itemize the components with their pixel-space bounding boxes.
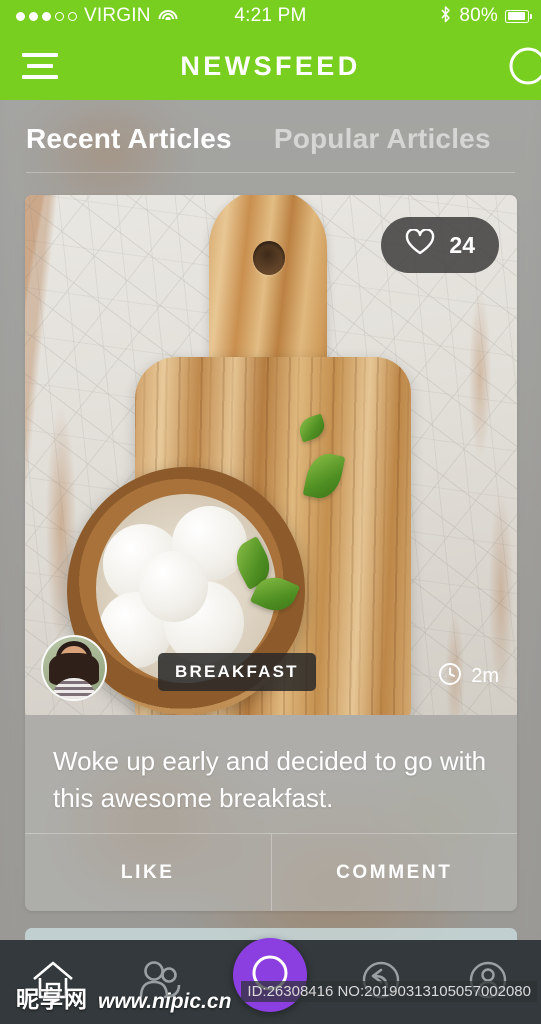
tab-divider <box>26 172 515 173</box>
time-ago-label: 2m <box>471 665 499 687</box>
nav-profile[interactable] <box>455 949 521 1015</box>
page-title: NEWSFEED <box>180 50 361 81</box>
category-tag[interactable]: BREAKFAST <box>158 653 316 691</box>
avatar[interactable] <box>41 635 107 701</box>
app-bar: NEWSFEED <box>0 32 541 100</box>
heart-icon <box>405 228 435 261</box>
tab-recent-articles[interactable]: Recent Articles <box>26 123 232 155</box>
article-body: Woke up early and decided to go with thi… <box>25 715 517 911</box>
nav-share[interactable] <box>348 949 414 1015</box>
article-card[interactable]: 24 BREAKFAST 2m Woke up early and decide… <box>25 195 517 911</box>
reply-arrow-icon <box>357 956 405 1009</box>
app-root: VIRGIN 4:21 PM 80% NEWSFEED Recent Artic… <box>0 0 541 1024</box>
nav-compose[interactable] <box>233 938 308 1012</box>
person-circle-icon <box>464 956 512 1009</box>
nav-friends[interactable] <box>127 949 193 1015</box>
comment-button[interactable]: COMMENT <box>270 834 518 911</box>
like-count-badge[interactable]: 24 <box>381 217 499 273</box>
circle-camera-icon <box>247 950 293 1001</box>
battery-percent-label: 80% <box>459 5 498 26</box>
article-photo: 24 BREAKFAST 2m <box>25 195 517 715</box>
status-bar: VIRGIN 4:21 PM 80% <box>0 0 541 32</box>
nav-home[interactable] <box>20 949 86 1015</box>
timestamp: 2m <box>438 662 499 691</box>
bluetooth-icon <box>439 5 452 27</box>
refresh-circle-icon[interactable] <box>506 44 541 88</box>
bottom-navigation-bar <box>0 938 541 1024</box>
clock-icon <box>438 662 462 691</box>
like-count-label: 24 <box>449 231 475 258</box>
tab-popular-articles[interactable]: Popular Articles <box>274 123 491 155</box>
people-icon <box>137 959 183 1006</box>
battery-icon <box>505 9 533 23</box>
tab-bar: Recent Articles Popular Articles <box>0 100 541 178</box>
hamburger-menu-icon[interactable] <box>22 53 58 79</box>
like-button[interactable]: LIKE <box>25 834 271 911</box>
home-icon <box>30 958 76 1007</box>
article-action-bar: LIKE COMMENT <box>25 833 517 911</box>
article-excerpt: Woke up early and decided to go with thi… <box>53 746 487 813</box>
status-bar-right: 80% <box>439 5 533 27</box>
